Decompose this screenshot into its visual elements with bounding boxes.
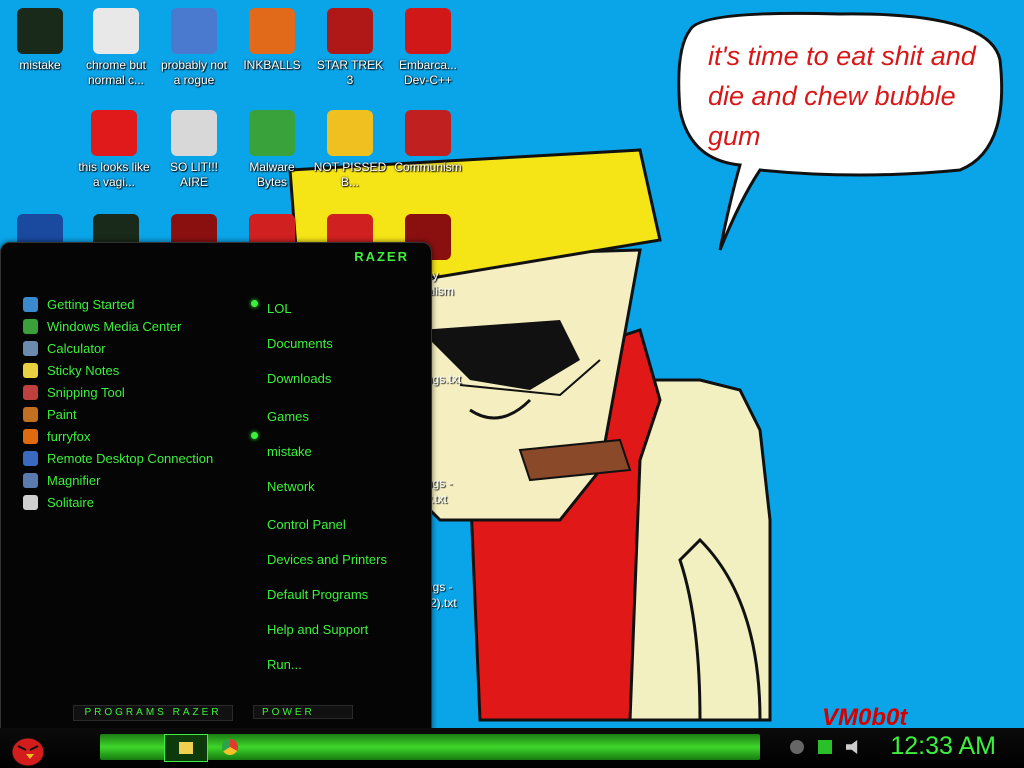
- desktop-icon-label: NOT PISSED B...: [313, 160, 387, 189]
- desktop-icon-label: mistake: [19, 58, 61, 72]
- desktop-icon-label: SO LIT!!! AIRE: [169, 160, 218, 189]
- program-label: Magnifier: [47, 472, 101, 488]
- opera-icon: [91, 110, 137, 156]
- place-link[interactable]: Run...: [267, 657, 302, 672]
- desktop-icon[interactable]: Malware Bytes: [234, 110, 310, 190]
- taskbar-bar: [100, 734, 760, 762]
- taskbar-clock[interactable]: 12:33 AM: [890, 732, 996, 761]
- system-tray: [790, 740, 860, 754]
- program-item[interactable]: Getting Started: [23, 293, 213, 315]
- taskbar: 12:33 AM: [0, 728, 1024, 768]
- desktop-icon[interactable]: SO LIT!!! AIRE: [156, 110, 232, 190]
- desktop-icon[interactable]: STAR TREK 3: [312, 8, 388, 88]
- program-label: furryfox: [47, 428, 91, 444]
- program-item[interactable]: Snipping Tool: [23, 381, 213, 403]
- volume-icon[interactable]: [846, 740, 858, 754]
- program-label: Sticky Notes: [47, 362, 120, 378]
- devcpp-icon: [405, 8, 451, 54]
- desktop-icon-label: Communism: [394, 160, 462, 174]
- program-icon: [23, 406, 38, 422]
- program-icon: [23, 340, 38, 356]
- all-programs-button[interactable]: PROGRAMS RAZER: [73, 705, 233, 721]
- program-icon: [23, 362, 38, 378]
- desktop-icon[interactable]: Embarca... Dev-C++: [390, 8, 466, 88]
- angry-bird-start-icon[interactable]: [6, 728, 50, 768]
- solitaire-card-icon: [171, 110, 217, 156]
- desktop-icon-label: INKBALLS: [243, 58, 301, 72]
- program-item[interactable]: furryfox: [23, 425, 213, 447]
- explorer-taskbar-button[interactable]: [164, 734, 208, 762]
- chrome-icon: [93, 8, 139, 54]
- program-item[interactable]: Sticky Notes: [23, 359, 213, 381]
- ink-ball-icon: [249, 8, 295, 54]
- place-link[interactable]: Games: [267, 409, 309, 424]
- program-label: Solitaire: [47, 494, 94, 510]
- desktop-icon-label: Malware Bytes: [249, 160, 295, 189]
- program-label: Remote Desktop Connection: [47, 450, 214, 466]
- desktop-icon-label: Embarca... Dev-C++: [398, 58, 458, 87]
- program-item[interactable]: Remote Desktop Connection: [23, 447, 213, 469]
- desktop-icon-label: STAR TREK 3: [316, 58, 384, 87]
- communism-logo-icon: [405, 110, 451, 156]
- program-item[interactable]: Paint: [23, 403, 213, 425]
- program-icon: [23, 472, 38, 488]
- program-label: Snipping Tool: [47, 384, 125, 400]
- place-link[interactable]: Help and Support: [267, 622, 368, 637]
- chrome-taskbar-icon[interactable]: [222, 739, 238, 755]
- program-icon: [23, 428, 38, 444]
- program-label: Calculator: [47, 340, 106, 356]
- angry-pig-icon: [327, 110, 373, 156]
- folder-icon: [179, 742, 193, 754]
- place-link[interactable]: Control Panel: [267, 517, 346, 532]
- program-icon: [23, 296, 38, 312]
- place-link[interactable]: Documents: [267, 336, 333, 351]
- computer-settings-icon: [171, 8, 217, 54]
- tray-arrow-icon[interactable]: [790, 740, 804, 754]
- program-icon: [23, 384, 38, 400]
- place-link[interactable]: Default Programs: [267, 587, 368, 602]
- program-icon: [23, 450, 38, 466]
- power-button[interactable]: POWER: [253, 705, 353, 719]
- desktop-icon[interactable]: chrome but normal c...: [78, 8, 154, 88]
- start-menu: RAZER Getting Started Windows Media Cente…: [0, 242, 432, 734]
- program-icon: [23, 494, 38, 510]
- program-item[interactable]: Solitaire: [23, 491, 213, 513]
- shield-icon: [249, 110, 295, 156]
- program-list: Getting Started Windows Media Center Calcu…: [23, 293, 258, 513]
- submenu-indicator-icon: [251, 300, 258, 307]
- place-link[interactable]: Network: [267, 479, 315, 494]
- program-label: Paint: [47, 406, 77, 422]
- desktop-icon[interactable]: Communism: [390, 110, 466, 175]
- star-wars-icon: [327, 8, 373, 54]
- place-link[interactable]: mistake: [267, 444, 312, 459]
- place-link[interactable]: Downloads: [267, 371, 331, 386]
- desktop-icon[interactable]: INKBALLS: [234, 8, 310, 73]
- desktop-icon-label: probably not a rogue: [160, 58, 228, 87]
- razer-logo: RAZER: [354, 249, 409, 264]
- program-item[interactable]: Windows Media Center: [23, 315, 213, 337]
- network-icon[interactable]: [818, 740, 832, 754]
- desktop-icon[interactable]: NOT PISSED B...: [312, 110, 388, 190]
- desktop-icon[interactable]: probably not a rogue: [156, 8, 232, 88]
- program-icon: [23, 318, 38, 334]
- submenu-indicator-icon: [251, 432, 258, 439]
- place-link[interactable]: LOL: [267, 301, 292, 316]
- razer-game-icon: [17, 8, 63, 54]
- desktop-icon-label: chrome but normal c...: [85, 58, 147, 87]
- program-label: Windows Media Center: [47, 318, 182, 334]
- place-link[interactable]: Devices and Printers: [267, 552, 387, 567]
- program-label: Getting Started: [47, 296, 135, 312]
- desktop-icon[interactable]: mistake: [2, 8, 78, 73]
- speech-bubble-text: it's time to eat shit and die and chew b…: [708, 41, 976, 151]
- desktop-icon[interactable]: this looks like a vagi...: [76, 110, 152, 190]
- desktop-icon-label: this looks like a vagi...: [78, 160, 150, 189]
- program-item[interactable]: Calculator: [23, 337, 213, 359]
- program-item[interactable]: Magnifier: [23, 469, 213, 491]
